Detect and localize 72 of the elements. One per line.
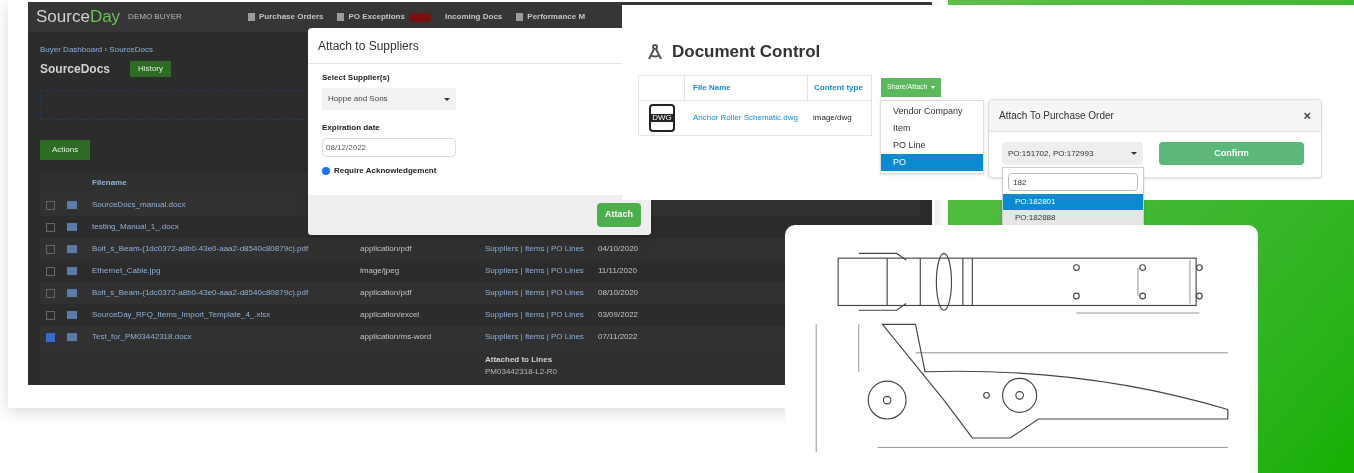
supplier-select[interactable]: Hoppe and Sons	[322, 88, 456, 110]
content-type: application/ms-word	[360, 332, 432, 341]
file-link[interactable]: testing_Manual_1_.docx	[92, 222, 179, 231]
page-title: SourceDocs	[40, 61, 111, 78]
search-field[interactable]: 182	[1008, 173, 1138, 191]
file-link[interactable]: Bolt_s_Beam-(1dc0372-a8b0-43e0-aaa2-d8540c80879c).pdf	[92, 288, 309, 297]
menu-item[interactable]: Item	[881, 120, 983, 137]
nav-link[interactable]: Purchase Orders	[259, 11, 324, 23]
nav-link[interactable]: PO Exceptions	[348, 11, 405, 23]
attachment-links[interactable]: Suppliers | Items | PO Lines	[485, 332, 584, 341]
file-link[interactable]: Anchor Roller Schematic.dwg	[693, 113, 798, 122]
nav-link[interactable]: Performance M	[527, 11, 586, 23]
caret-icon	[1131, 152, 1137, 155]
attached-value: PM03442318-L2-R0	[485, 366, 559, 378]
attachment-links[interactable]: Suppliers | Items | PO Lines	[485, 310, 584, 319]
nav-icon	[337, 13, 345, 21]
menu-item[interactable]: PO Line	[881, 137, 983, 154]
row-checkbox[interactable]	[46, 266, 55, 276]
compass-icon	[646, 42, 664, 61]
checkbox-label: Require Acknowledgement	[334, 165, 437, 177]
file-link[interactable]: SourceDocs_manual.docx	[92, 200, 186, 209]
date-field[interactable]: 08/12/2022	[322, 138, 456, 157]
file-icon: DWG	[649, 104, 675, 132]
nav-icon	[248, 13, 255, 21]
column-header[interactable]: File Name	[685, 82, 807, 94]
attachment-links[interactable]: Suppliers | Items | PO Lines	[485, 266, 584, 275]
content-type: application/pdf	[360, 288, 412, 297]
menu-item[interactable]: Vendor Company	[881, 103, 983, 120]
row-checkbox[interactable]	[46, 288, 55, 298]
dropdown-option[interactable]: PO:182801	[1003, 194, 1143, 210]
file-link[interactable]: Ethernet_Cable.jpg	[92, 266, 161, 275]
field-label: Select Supplier(s)	[322, 72, 391, 84]
column-header: Filename	[92, 177, 127, 189]
row-checkbox[interactable]	[46, 244, 55, 254]
content-type: image/dwg	[812, 112, 852, 124]
content-type: application/excel	[360, 310, 420, 319]
page-title: Document Control	[672, 41, 821, 63]
row-checkbox[interactable]	[46, 222, 55, 232]
dialog-title: Attach To Purchase Order	[999, 109, 1114, 123]
actions-button[interactable]: Actions	[40, 140, 91, 160]
po-select[interactable]: PO:151702, PO:172993	[1002, 142, 1143, 165]
field-label: Expiration date	[322, 122, 381, 134]
row-checkbox[interactable]	[46, 332, 55, 342]
attachment-links[interactable]: Suppliers | Items | PO Lines	[485, 244, 584, 253]
caret-icon	[931, 86, 936, 89]
dropdown-option[interactable]: PO:182888	[1003, 210, 1143, 226]
content-type: image/jpeg	[360, 266, 400, 275]
date: 11/11/2020	[598, 266, 637, 275]
file-link[interactable]: Bolt_s_Beam-(1dc0372-a8b0-43e0-aaa2-d8540c80879c).pdf	[92, 244, 309, 253]
dialog-title: Attach to Suppliers	[318, 37, 419, 55]
file-link[interactable]: SourceDay_RFQ_Items_Import_Template_4_.xlsx	[92, 310, 271, 319]
row-checkbox[interactable]	[46, 310, 55, 320]
close-button[interactable]: ×	[1303, 109, 1311, 122]
attachment-links[interactable]: Suppliers | Items | PO Lines	[485, 288, 584, 297]
column-header[interactable]: Content type	[807, 76, 863, 100]
date: 04/10/2020	[598, 244, 639, 253]
content-type: application/pdf	[360, 244, 412, 253]
menu-item[interactable]: PO	[881, 154, 983, 171]
caret-icon	[444, 97, 450, 101]
date: 08/10/2020	[598, 288, 639, 297]
nav-icon	[516, 13, 524, 21]
account-label: DEMO BUYER	[128, 11, 182, 23]
logo: SourceDay	[36, 6, 121, 29]
row-checkbox[interactable]	[46, 200, 55, 210]
checkbox[interactable]	[322, 167, 330, 175]
count-badge	[408, 12, 431, 22]
file-link[interactable]: Test_for_PM03442318.docx	[92, 332, 192, 341]
nav-link[interactable]: Incoming Docs	[444, 11, 503, 23]
history-button[interactable]: History	[130, 61, 171, 77]
attached-label: Attached to Lines	[485, 354, 554, 366]
date: 03/09/2022	[598, 310, 639, 319]
date: 07/11/2022	[598, 332, 638, 341]
